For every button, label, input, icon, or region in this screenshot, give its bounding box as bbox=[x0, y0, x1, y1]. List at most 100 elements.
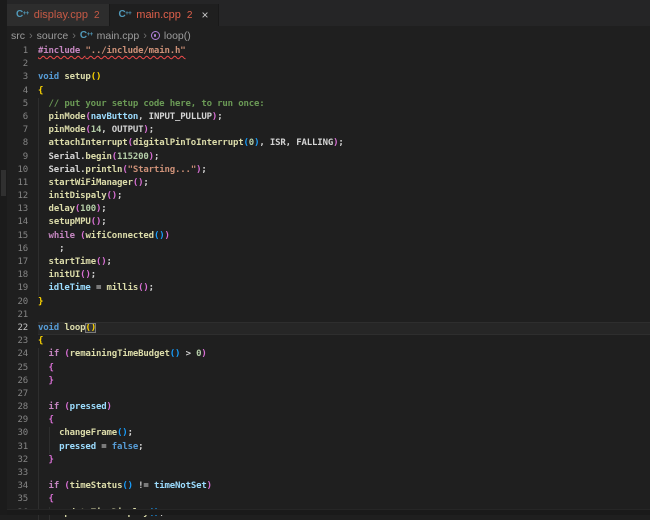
code-line-content[interactable]: ; bbox=[38, 243, 650, 256]
code-line-content[interactable]: pressed = false; bbox=[38, 441, 650, 454]
code-editor[interactable]: 1#include "../include/main.h"23void setu… bbox=[7, 45, 650, 515]
code-line-content[interactable] bbox=[38, 309, 650, 322]
line-number[interactable]: 25 bbox=[7, 362, 38, 375]
line-number[interactable]: 34 bbox=[7, 480, 38, 493]
code-line-content[interactable]: void loop() bbox=[38, 322, 650, 335]
line-number[interactable]: 12 bbox=[7, 190, 38, 203]
code-line-content[interactable]: changeFrame(); bbox=[38, 427, 650, 440]
code-line-content[interactable] bbox=[38, 467, 650, 480]
code-line[interactable]: 14 setupMPU(); bbox=[7, 216, 650, 229]
code-line[interactable]: 25 { bbox=[7, 362, 650, 375]
code-line-content[interactable]: if (remainingTimeBudget() > 0) bbox=[38, 348, 650, 361]
line-number[interactable]: 3 bbox=[7, 71, 38, 84]
code-line[interactable]: 6 pinMode(navButton, INPUT_PULLUP); bbox=[7, 111, 650, 124]
code-line[interactable]: 16 ; bbox=[7, 243, 650, 256]
code-line-content[interactable]: Serial.println("Starting..."); bbox=[38, 164, 650, 177]
code-line-content[interactable]: pinMode(14, OUTPUT); bbox=[38, 124, 650, 137]
code-line-content[interactable]: // put your setup code here, to run once… bbox=[38, 98, 650, 111]
breadcrumb-item-source[interactable]: source bbox=[36, 30, 70, 42]
code-line-content[interactable]: { bbox=[38, 85, 650, 98]
line-number[interactable]: 27 bbox=[7, 388, 38, 401]
line-number[interactable]: 22 bbox=[7, 322, 38, 335]
line-number[interactable]: 21 bbox=[7, 309, 38, 322]
line-number[interactable]: 32 bbox=[7, 454, 38, 467]
code-line-content[interactable]: idleTime = millis(); bbox=[38, 282, 650, 295]
code-line[interactable]: 24 if (remainingTimeBudget() > 0) bbox=[7, 348, 650, 361]
line-number[interactable]: 10 bbox=[7, 164, 38, 177]
code-line[interactable]: 23{ bbox=[7, 335, 650, 348]
line-number[interactable]: 26 bbox=[7, 375, 38, 388]
left-rail-scrollbar-thumb[interactable] bbox=[1, 170, 6, 196]
code-line[interactable]: 33 bbox=[7, 467, 650, 480]
line-number[interactable]: 2 bbox=[7, 58, 38, 71]
code-line[interactable]: 20} bbox=[7, 296, 650, 309]
breadcrumb-item-loop[interactable]: loop() bbox=[150, 30, 192, 42]
line-number[interactable]: 8 bbox=[7, 137, 38, 150]
code-line[interactable]: 17 startTime(); bbox=[7, 256, 650, 269]
line-number[interactable]: 7 bbox=[7, 124, 38, 137]
code-line[interactable]: 29 { bbox=[7, 414, 650, 427]
code-line-content[interactable]: if (timeStatus() != timeNotSet) bbox=[38, 480, 650, 493]
line-number[interactable]: 20 bbox=[7, 296, 38, 309]
code-line-content[interactable]: { bbox=[38, 335, 650, 348]
code-line-content[interactable]: { bbox=[38, 493, 650, 506]
breadcrumb-item-main-cpp[interactable]: main.cpp bbox=[79, 30, 140, 42]
code-line[interactable]: 21 bbox=[7, 309, 650, 322]
code-line[interactable]: 2 bbox=[7, 58, 650, 71]
line-number[interactable]: 33 bbox=[7, 467, 38, 480]
code-line-content[interactable]: startTime(); bbox=[38, 256, 650, 269]
line-number[interactable]: 6 bbox=[7, 111, 38, 124]
line-number[interactable]: 28 bbox=[7, 401, 38, 414]
code-line[interactable]: 28 if (pressed) bbox=[7, 401, 650, 414]
code-line-content[interactable]: if (pressed) bbox=[38, 401, 650, 414]
close-icon[interactable]: × bbox=[201, 9, 208, 21]
code-line[interactable]: 30 changeFrame(); bbox=[7, 427, 650, 440]
line-number[interactable]: 15 bbox=[7, 230, 38, 243]
tab-main-cpp[interactable]: main.cpp 2 × bbox=[110, 4, 219, 26]
code-line-content[interactable]: initDispaly(); bbox=[38, 190, 650, 203]
code-line-content[interactable] bbox=[38, 58, 650, 71]
code-line-content[interactable]: attachInterrupt(digitalPinToInterrupt(0)… bbox=[38, 137, 650, 150]
line-number[interactable]: 18 bbox=[7, 269, 38, 282]
code-line[interactable]: 18 initUI(); bbox=[7, 269, 650, 282]
code-line[interactable]: 3void setup() bbox=[7, 71, 650, 84]
code-line-content[interactable] bbox=[38, 388, 650, 401]
line-number[interactable]: 16 bbox=[7, 243, 38, 256]
line-number[interactable]: 1 bbox=[7, 45, 38, 58]
tab-display-cpp[interactable]: display.cpp 2 bbox=[7, 4, 110, 26]
code-line[interactable]: 9 Serial.begin(115200); bbox=[7, 151, 650, 164]
code-line-content[interactable]: startWiFiManager(); bbox=[38, 177, 650, 190]
code-line[interactable]: 26 } bbox=[7, 375, 650, 388]
code-line[interactable]: 8 attachInterrupt(digitalPinToInterrupt(… bbox=[7, 137, 650, 150]
code-line[interactable]: 12 initDispaly(); bbox=[7, 190, 650, 203]
code-line[interactable]: 13 delay(100); bbox=[7, 203, 650, 216]
code-line[interactable]: 15 while (wifiConnected()) bbox=[7, 230, 650, 243]
code-line[interactable]: 35 { bbox=[7, 493, 650, 506]
line-number[interactable]: 35 bbox=[7, 493, 38, 506]
code-line-content[interactable]: } bbox=[38, 375, 650, 388]
code-line-content[interactable]: void setup() bbox=[38, 71, 650, 84]
code-line[interactable]: 34 if (timeStatus() != timeNotSet) bbox=[7, 480, 650, 493]
code-line-content[interactable]: Serial.begin(115200); bbox=[38, 151, 650, 164]
breadcrumb-item-src[interactable]: src bbox=[10, 30, 26, 42]
code-line[interactable]: 10 Serial.println("Starting..."); bbox=[7, 164, 650, 177]
code-line-content[interactable]: while (wifiConnected()) bbox=[38, 230, 650, 243]
code-line[interactable]: 31 pressed = false; bbox=[7, 441, 650, 454]
code-line[interactable]: 7 pinMode(14, OUTPUT); bbox=[7, 124, 650, 137]
line-number[interactable]: 31 bbox=[7, 441, 38, 454]
line-number[interactable]: 17 bbox=[7, 256, 38, 269]
line-number[interactable]: 11 bbox=[7, 177, 38, 190]
code-line[interactable]: 27 bbox=[7, 388, 650, 401]
line-number[interactable]: 9 bbox=[7, 151, 38, 164]
code-line[interactable]: 4{ bbox=[7, 85, 650, 98]
code-line[interactable]: 19 idleTime = millis(); bbox=[7, 282, 650, 295]
line-number[interactable]: 5 bbox=[7, 98, 38, 111]
code-line-content[interactable]: { bbox=[38, 362, 650, 375]
code-line[interactable]: 22void loop() bbox=[7, 322, 650, 335]
line-number[interactable]: 4 bbox=[7, 85, 38, 98]
code-line[interactable]: 11 startWiFiManager(); bbox=[7, 177, 650, 190]
line-number[interactable]: 29 bbox=[7, 414, 38, 427]
line-number[interactable]: 24 bbox=[7, 348, 38, 361]
code-line-content[interactable]: } bbox=[38, 296, 650, 309]
line-number[interactable]: 23 bbox=[7, 335, 38, 348]
